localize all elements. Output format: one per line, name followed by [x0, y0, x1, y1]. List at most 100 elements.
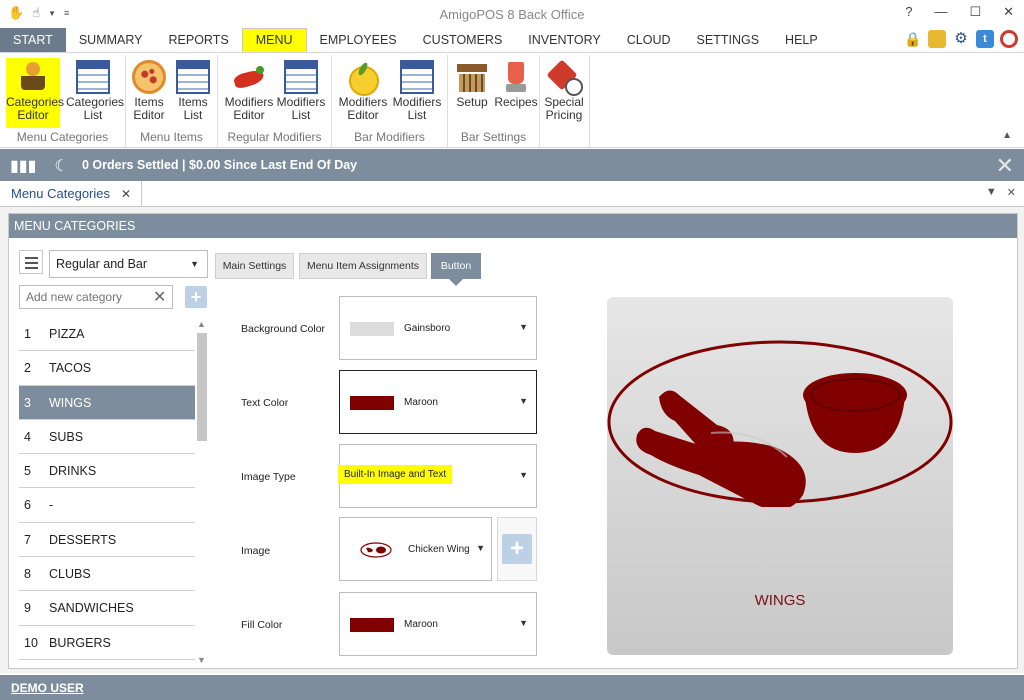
text-color-label: Text Color	[241, 397, 289, 409]
close-button[interactable]: ✕	[1003, 4, 1014, 20]
numbered-list-icon[interactable]	[19, 250, 43, 274]
regular-modifiers-list-button[interactable]: Modifiers List	[274, 58, 328, 128]
close-icon[interactable]: ✕	[1007, 186, 1016, 199]
tab-cloud[interactable]: CLOUD	[614, 28, 684, 52]
tab-main-settings[interactable]: Main Settings	[215, 253, 294, 279]
document-tabs: Menu Categories ✕ ▼ ✕	[0, 181, 1024, 207]
status-bar: ▮▮▮ ☾ 0 Orders Settled | $0.00 Since Las…	[0, 149, 1024, 181]
fill-color-dropdown[interactable]: Maroon ▼	[339, 592, 537, 656]
items-editor-button[interactable]: Items Editor	[126, 58, 172, 128]
tab-menu[interactable]: MENU	[241, 28, 307, 52]
tab-settings[interactable]: SETTINGS	[684, 28, 773, 52]
table-icon	[76, 60, 110, 94]
moon-star-icon[interactable]: ☾	[54, 156, 68, 176]
image-type-value: Built-In Image and Text	[338, 465, 453, 484]
list-item-selected[interactable]: 3 WINGS	[19, 385, 195, 420]
lemon-icon	[346, 60, 380, 96]
list-item[interactable]: 5 DRINKS	[19, 454, 195, 489]
close-icon[interactable]: ✕	[121, 181, 131, 207]
regular-modifiers-editor-button[interactable]: Modifiers Editor	[222, 58, 276, 128]
scroll-down-icon[interactable]: ▼	[197, 655, 206, 665]
ribbon: Categories Editor Categories List Menu C…	[0, 52, 1024, 148]
tab-reports[interactable]: REPORTS	[156, 28, 242, 52]
group-label: Bar Modifiers	[354, 130, 425, 144]
tab-help[interactable]: HELP	[772, 28, 831, 52]
scrollbar-thumb[interactable]	[197, 333, 207, 441]
category-type-dropdown[interactable]: Regular and Bar ▼	[49, 250, 208, 278]
plus-icon: +	[502, 534, 532, 564]
list-item[interactable]: 9 SANDWICHES	[19, 591, 195, 626]
background-color-dropdown[interactable]: Gainsboro ▼	[339, 296, 537, 360]
bar-modifiers-list-button[interactable]: Modifiers List	[390, 58, 444, 128]
menu-categories-panel: MENU CATEGORIES Regular and Bar ▼ ✕ + 1P…	[8, 213, 1018, 669]
lifebuoy-icon[interactable]	[1000, 30, 1018, 48]
group-special-pricing: Special Pricing	[540, 55, 590, 147]
chevron-down-icon: ▼	[476, 543, 485, 553]
gear-icon[interactable]: ⚙	[952, 30, 970, 48]
group-menu-categories: Categories Editor Categories List Menu C…	[0, 55, 126, 147]
tab-menu-item-assignments[interactable]: Menu Item Assignments	[299, 253, 427, 279]
scroll-up-icon[interactable]: ▲	[197, 319, 206, 329]
add-category-input[interactable]	[19, 285, 173, 309]
text-color-value: Maroon	[404, 397, 438, 408]
minimize-button[interactable]: —	[934, 4, 947, 20]
menu-tabs: START SUMMARY REPORTS MENU EMPLOYEES CUS…	[0, 28, 1024, 52]
add-image-button[interactable]: +	[497, 517, 537, 581]
chevron-down-icon: ▼	[519, 322, 528, 332]
blender-icon	[499, 60, 533, 94]
group-label: Regular Modifiers	[227, 130, 322, 144]
add-category-button[interactable]: +	[185, 286, 207, 308]
categories-editor-icon	[16, 60, 50, 94]
user-link[interactable]: DEMO USER	[11, 681, 84, 695]
tab-employees[interactable]: EMPLOYEES	[307, 28, 410, 52]
text-color-swatch	[350, 396, 394, 410]
chevron-down-icon[interactable]: ▼	[986, 186, 997, 199]
window-controls: ? — ☐ ✕	[905, 4, 1014, 20]
tab-summary[interactable]: SUMMARY	[66, 28, 156, 52]
tab-menu-categories[interactable]: Menu Categories ✕	[0, 181, 142, 207]
image-type-dropdown[interactable]: Built-In Image and Text ▼	[338, 444, 537, 508]
special-pricing-button[interactable]: Special Pricing	[540, 58, 588, 128]
items-list-button[interactable]: Items List	[170, 58, 216, 128]
list-item[interactable]: 10 BURGERS	[19, 626, 195, 660]
list-item[interactable]: 4 SUBS	[19, 420, 195, 455]
chevron-down-icon: ▼	[519, 618, 528, 628]
fill-color-value: Maroon	[404, 619, 438, 630]
list-item[interactable]: 2 TACOS	[19, 351, 195, 386]
chicken-wing-icon	[607, 340, 953, 507]
background-color-value: Gainsboro	[404, 323, 451, 334]
maximize-button[interactable]: ☐	[969, 4, 981, 20]
bar-chart-icon[interactable]: ▮▮▮	[10, 156, 36, 176]
panel-title: MENU CATEGORIES	[9, 214, 1017, 238]
categories-editor-button[interactable]: Categories Editor	[6, 58, 64, 128]
bar-modifiers-editor-button[interactable]: Modifiers Editor	[336, 58, 390, 128]
tab-button[interactable]: Button	[431, 253, 481, 286]
background-color-label: Background Color	[241, 323, 326, 335]
tab-inventory[interactable]: INVENTORY	[515, 28, 613, 52]
collapse-ribbon-icon[interactable]: ▲	[1002, 130, 1012, 141]
tab-start[interactable]: START	[0, 28, 66, 52]
tab-customers[interactable]: CUSTOMERS	[410, 28, 516, 52]
title-bar: ✋ ☝ ▼ ≡ AmigoPOS 8 Back Office ? — ☐ ✕	[0, 0, 1024, 28]
bar-setup-button[interactable]: Setup	[448, 58, 496, 128]
categories-list-button[interactable]: Categories List	[66, 58, 124, 128]
clear-icon[interactable]: ✕	[153, 287, 166, 307]
close-icon[interactable]: ✕	[996, 153, 1014, 179]
list-item[interactable]: 8 CLUBS	[19, 557, 195, 592]
text-color-dropdown[interactable]: Maroon ▼	[339, 370, 537, 434]
list-item[interactable]: 6-	[19, 488, 195, 523]
twitter-icon[interactable]: t	[976, 30, 994, 48]
help-button[interactable]: ?	[905, 4, 912, 20]
category-list-scrollbar[interactable]: ▲ ▼	[196, 317, 208, 665]
table-icon	[400, 60, 434, 94]
orders-settled-text: 0 Orders Settled | $0.00 Since Last End …	[82, 158, 358, 172]
list-item[interactable]: 1 PIZZA	[19, 317, 195, 352]
folder-sync-icon[interactable]	[928, 30, 946, 48]
list-item[interactable]: 7 DESSERTS	[19, 523, 195, 558]
bottom-status-bar: DEMO USER	[0, 675, 1024, 700]
image-type-label: Image Type	[241, 471, 296, 483]
window-title: AmigoPOS 8 Back Office	[439, 7, 585, 22]
image-dropdown[interactable]: Chicken Wing ▼	[339, 517, 492, 581]
recipes-button[interactable]: Recipes	[492, 58, 540, 128]
lock-icon[interactable]: 🔒	[904, 30, 922, 48]
